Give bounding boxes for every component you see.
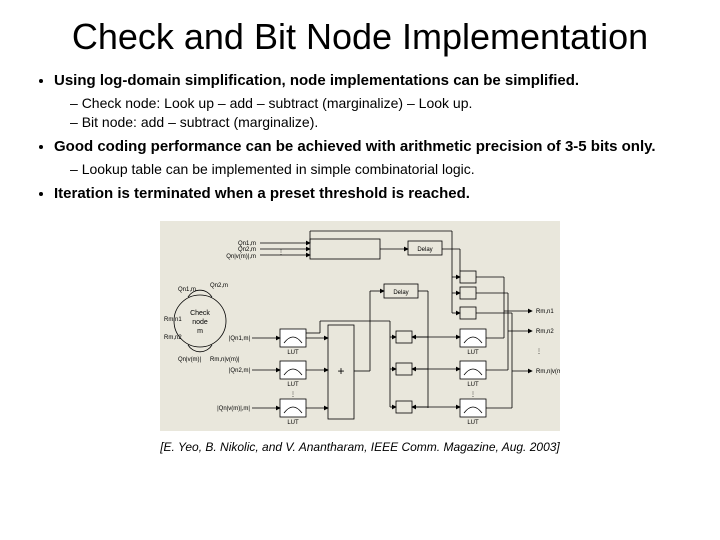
bullet-list: Using log-domain simplification, node im… <box>40 71 690 203</box>
out-1: Rm,n1 <box>536 309 554 315</box>
check-node-label-2: node <box>192 319 208 326</box>
abs-k: |Qn|v(m)|,m| <box>217 406 250 412</box>
arc-label-q2: Qn2,m <box>210 283 228 289</box>
bullet-3-text: Iteration is terminated when a preset th… <box>54 185 470 202</box>
delay-1-label: Delay <box>417 247 432 253</box>
dots-out: ⋮ <box>536 349 542 355</box>
citation: [E. Yeo, B. Nikolic, and V. Anantharam, … <box>30 440 690 454</box>
svg-text:LUT: LUT <box>287 350 299 356</box>
check-node-label-3: m <box>197 328 203 335</box>
check-node-label-1: Check <box>190 310 210 317</box>
bullet-1-sub: Check node: Look up – add – subtract (ma… <box>70 94 690 131</box>
figure-wrapper: Check node m Qn1,m Qn2,m Rm,n1 Rm,n2 Qn|… <box>30 221 690 454</box>
bullet-2: Good coding performance can be achieved … <box>54 137 690 178</box>
bullet-2-sub: Lookup table can be implemented in simpl… <box>70 160 690 178</box>
dots-lut-in: ⋮ <box>290 392 296 398</box>
dots-top: ⋮ <box>278 250 284 256</box>
delay-2-label: Delay <box>393 290 408 296</box>
svg-text:LUT: LUT <box>467 350 479 356</box>
abs-2: |Qn2,m| <box>229 368 251 374</box>
diagram-bg <box>160 221 560 431</box>
bullet-2-text: Good coding performance can be achieved … <box>54 138 656 155</box>
svg-text:LUT: LUT <box>467 420 479 426</box>
svg-text:LUT: LUT <box>287 382 299 388</box>
svg-text:LUT: LUT <box>467 382 479 388</box>
bullet-1: Using log-domain simplification, node im… <box>54 71 690 131</box>
in-top-k: Qn|v(m)|,m <box>226 254 256 260</box>
adder-plus: + <box>337 364 344 378</box>
slide-title: Check and Bit Node Implementation <box>30 16 690 57</box>
diagram: Check node m Qn1,m Qn2,m Rm,n1 Rm,n2 Qn|… <box>160 221 560 431</box>
svg-text:LUT: LUT <box>287 420 299 426</box>
abs-1: |Qn1,m| <box>229 336 251 342</box>
arc-label-rk: Rm,n|v(m)| <box>210 357 240 363</box>
arc-label-r2: Rm,n2 <box>164 335 182 341</box>
bullet-1-sub-2: Bit node: add – subtract (marginalize). <box>70 113 690 131</box>
bullet-1-text: Using log-domain simplification, node im… <box>54 72 579 89</box>
bullet-2-sub-1: Lookup table can be implemented in simpl… <box>70 160 690 178</box>
in-top-2: Qn2,m <box>238 247 256 253</box>
slide: Check and Bit Node Implementation Using … <box>0 0 720 540</box>
bullet-3: Iteration is terminated when a preset th… <box>54 184 690 204</box>
bullet-1-sub-1: Check node: Look up – add – subtract (ma… <box>70 94 690 112</box>
out-k: Rm,n|v(m)| <box>536 369 560 375</box>
out-2: Rm,n2 <box>536 329 554 335</box>
arc-label-r1: Rm,n1 <box>164 317 182 323</box>
dots-lut-out: ⋮ <box>470 392 476 398</box>
arc-label-qk: Qn|v(m)| <box>178 357 202 363</box>
